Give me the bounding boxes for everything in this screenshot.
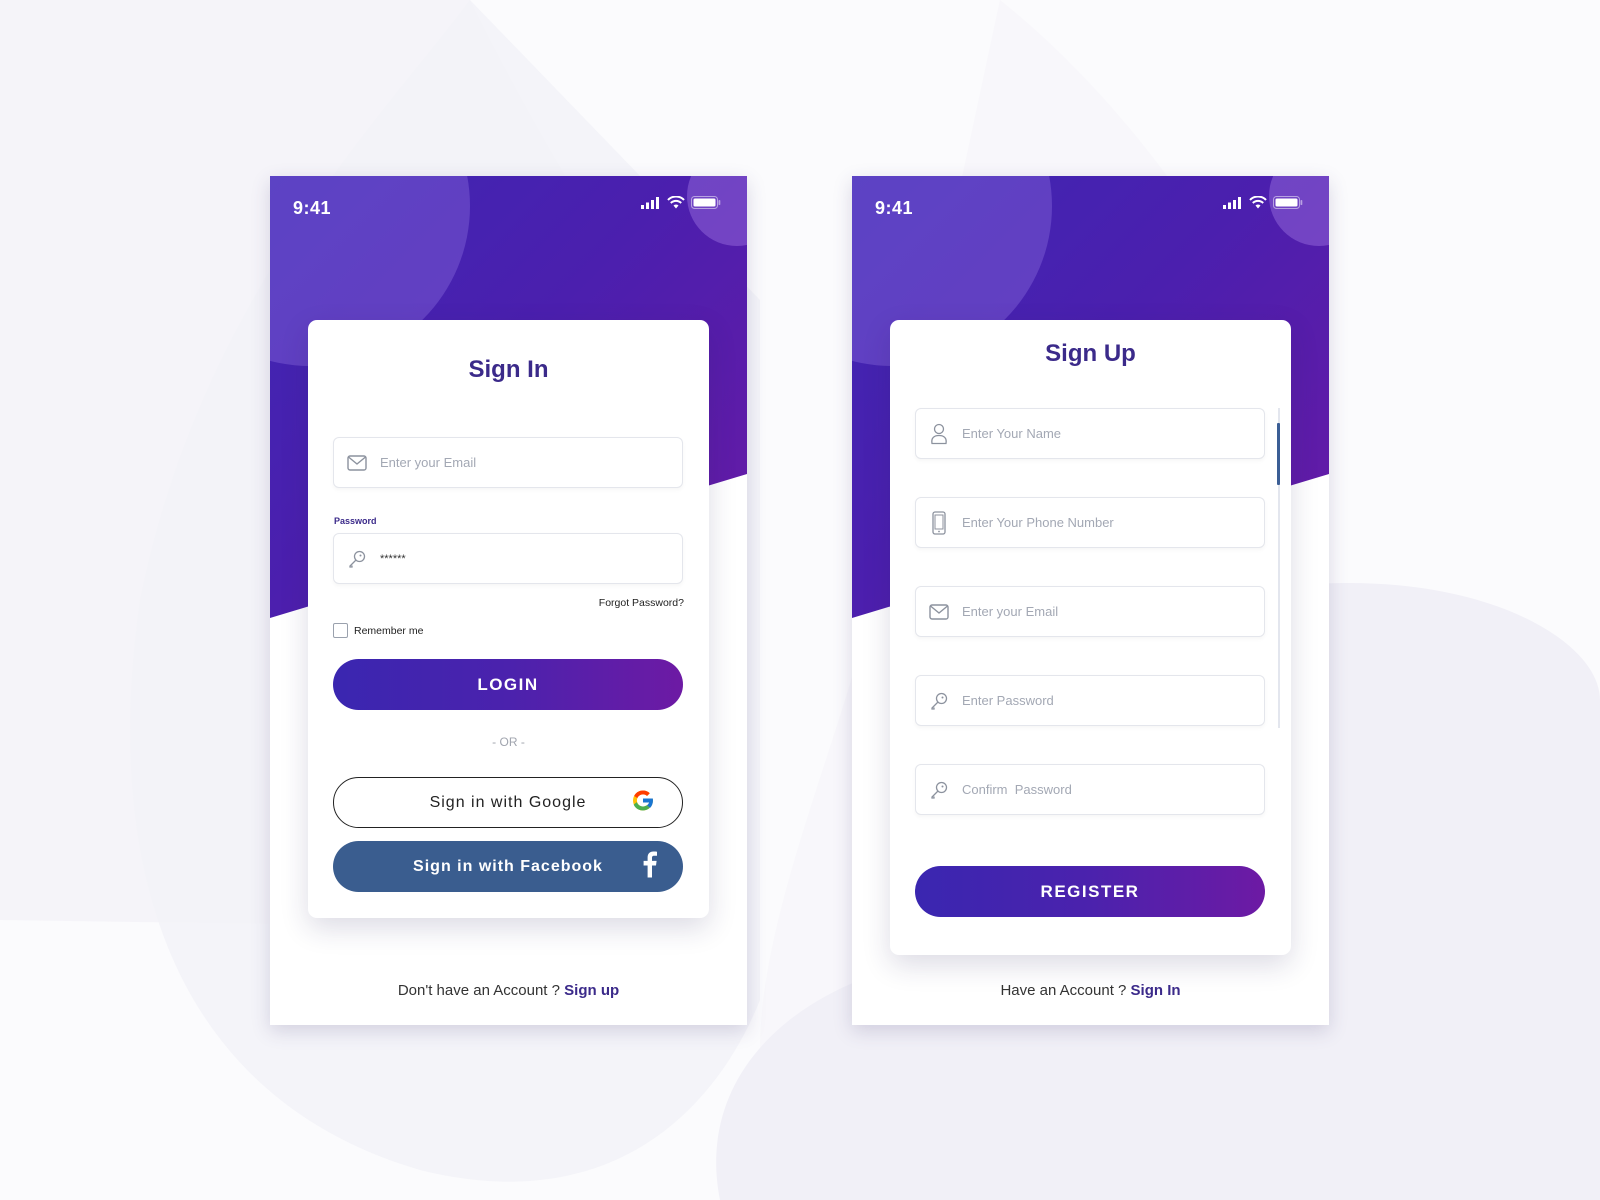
register-button-label: REGISTER <box>1040 881 1140 901</box>
status-time: 9:41 <box>293 198 332 218</box>
password-input[interactable] <box>380 552 660 565</box>
battery-icon <box>691 196 721 209</box>
mail-icon <box>916 603 962 620</box>
wifi-icon <box>1249 196 1267 209</box>
status-bar: 9:41 <box>270 176 747 236</box>
facebook-icon <box>643 851 657 882</box>
remember-me[interactable]: Remember me <box>333 623 423 638</box>
page-title: Sign Up <box>1045 340 1136 367</box>
email-input[interactable] <box>380 455 660 470</box>
remember-me-checkbox[interactable] <box>333 623 348 638</box>
facebook-signin-button[interactable]: Sign in with Facebook <box>333 841 683 892</box>
password-field[interactable] <box>333 533 683 584</box>
google-icon <box>630 787 656 818</box>
confirm-password-input[interactable] <box>962 782 1242 797</box>
email-field[interactable] <box>333 437 683 488</box>
signal-icon <box>1223 196 1241 209</box>
google-button-label: Sign in with Google <box>429 793 587 811</box>
signin-card: Sign In Password Forgot Password? Rememb… <box>308 320 709 918</box>
status-bar: 9:41 <box>852 176 1329 236</box>
password-input[interactable] <box>962 693 1242 708</box>
page-title: Sign In <box>468 356 549 383</box>
login-button-label: LOGIN <box>477 674 539 694</box>
battery-icon <box>1273 196 1303 209</box>
password-label: Password <box>334 516 377 526</box>
signin-prompt-text: Have an Account ? <box>1000 982 1131 999</box>
name-field[interactable] <box>915 408 1265 459</box>
key-icon <box>334 550 380 568</box>
facebook-button-label: Sign in with Facebook <box>413 857 603 875</box>
signin-screen: 9:41 Sign In Password Forgot Password? R… <box>270 176 747 1025</box>
signup-card: Sign Up Enter Your Name Enter Your Phone… <box>890 320 1291 955</box>
register-button[interactable]: REGISTER <box>915 866 1265 917</box>
remember-me-label: Remember me <box>354 624 424 637</box>
email-field[interactable] <box>915 586 1265 637</box>
phone-input[interactable] <box>962 515 1242 530</box>
forgot-password-link[interactable]: Forgot Password? <box>599 597 684 609</box>
signin-prompt: Have an Account ? Sign In <box>852 982 1329 999</box>
background-shapes <box>0 0 1600 1200</box>
phone-field[interactable] <box>915 497 1265 548</box>
key-icon <box>916 692 962 710</box>
key-icon <box>916 781 962 799</box>
wifi-icon <box>667 196 685 209</box>
status-time: 9:41 <box>875 198 914 218</box>
scrollbar-thumb[interactable] <box>1277 423 1280 485</box>
name-input[interactable] <box>962 426 1242 441</box>
signin-link[interactable]: Sign In <box>1131 982 1181 999</box>
password-field[interactable] <box>915 675 1265 726</box>
signal-icon <box>641 196 659 209</box>
mail-icon <box>334 454 380 471</box>
phone-icon <box>916 510 962 535</box>
signup-prompt: Don't have an Account ? Sign up <box>270 982 747 999</box>
or-divider: - OR - <box>492 735 525 749</box>
user-icon <box>916 423 962 445</box>
email-input[interactable] <box>962 604 1242 619</box>
login-button[interactable]: LOGIN <box>333 659 683 710</box>
signup-prompt-text: Don't have an Account ? <box>397 982 565 999</box>
signup-screen: 9:41 Sign Up Enter Your Name Enter Your … <box>852 176 1329 1025</box>
google-signin-button[interactable]: Sign in with Google <box>333 777 683 828</box>
signup-link[interactable]: Sign up <box>564 982 619 999</box>
confirm-password-field[interactable] <box>915 764 1265 815</box>
